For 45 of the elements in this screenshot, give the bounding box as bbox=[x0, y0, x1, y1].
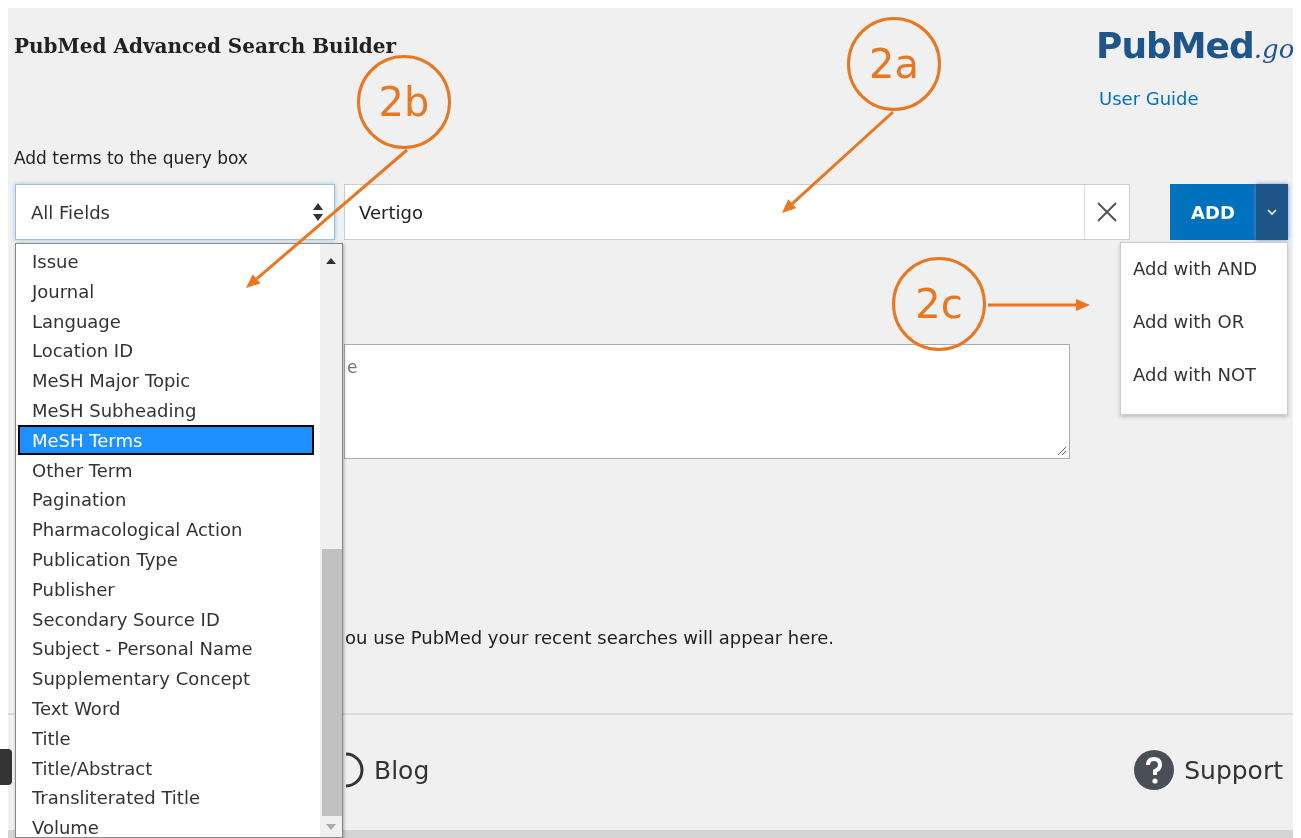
page-title: PubMed Advanced Search Builder bbox=[14, 34, 398, 58]
field-option[interactable]: Secondary Source ID bbox=[18, 603, 314, 634]
field-option[interactable]: Pagination bbox=[18, 484, 314, 515]
field-option[interactable]: Other Term bbox=[18, 454, 314, 485]
field-option[interactable]: Title/Abstract bbox=[18, 752, 314, 783]
field-option[interactable]: MeSH Subheading bbox=[18, 395, 314, 425]
field-option[interactable]: Transliterated Title bbox=[18, 782, 314, 813]
field-option[interactable]: Location ID bbox=[18, 335, 314, 366]
callout-label: 2c bbox=[892, 257, 986, 351]
query-box-label: Add terms to the query box bbox=[14, 148, 249, 170]
search-term-field[interactable]: Vertigo bbox=[344, 184, 1130, 240]
field-option[interactable]: Volume bbox=[18, 812, 314, 837]
field-option[interactable]: Issue bbox=[18, 246, 314, 276]
user-guide-link[interactable]: User Guide bbox=[1099, 88, 1199, 109]
menu-item[interactable]: Add with AND bbox=[1121, 255, 1287, 308]
support-link[interactable]: Support bbox=[1134, 750, 1283, 790]
resize-grip-icon[interactable] bbox=[1055, 444, 1067, 456]
close-icon[interactable] bbox=[1097, 202, 1117, 222]
caret-icon bbox=[1266, 208, 1278, 216]
blog-link[interactable]: Blog bbox=[346, 752, 430, 788]
menu-item[interactable]: Add with NOT bbox=[1121, 361, 1287, 414]
sort-arrows-icon bbox=[312, 202, 324, 222]
field-option[interactable]: Publisher bbox=[18, 573, 314, 604]
history-message: ou use PubMed your recent searches will appear here. bbox=[345, 627, 836, 650]
field-option[interactable]: Publication Type bbox=[18, 543, 314, 574]
callout-label: 2b bbox=[357, 55, 451, 149]
field-select[interactable]: All Fields bbox=[15, 184, 335, 240]
field-option[interactable]: Pharmacological Action bbox=[18, 514, 314, 544]
pubmed-logo[interactable]: PubMed.go bbox=[1096, 22, 1293, 66]
field-option[interactable]: Journal bbox=[18, 275, 314, 306]
field-option[interactable]: Title bbox=[18, 722, 314, 753]
field-option[interactable]: Language bbox=[18, 305, 314, 336]
query-box[interactable]: e bbox=[344, 344, 1070, 459]
field-option[interactable]: MeSH Major Topic bbox=[18, 365, 314, 395]
field-option[interactable]: Subject - Personal Name bbox=[18, 633, 314, 664]
blog-icon bbox=[346, 752, 364, 788]
callout-label: 2a bbox=[847, 17, 941, 111]
scrollbar-thumb[interactable] bbox=[322, 549, 342, 816]
add-button[interactable]: ADD bbox=[1170, 184, 1256, 240]
help-icon bbox=[1134, 750, 1175, 790]
scroll-up-icon[interactable] bbox=[326, 258, 336, 264]
scroll-down-icon[interactable] bbox=[326, 824, 336, 830]
field-option[interactable]: Text Word bbox=[18, 692, 314, 723]
field-option[interactable]: Supplementary Concept bbox=[18, 663, 314, 693]
menu-item[interactable]: Add with OR bbox=[1121, 308, 1287, 361]
